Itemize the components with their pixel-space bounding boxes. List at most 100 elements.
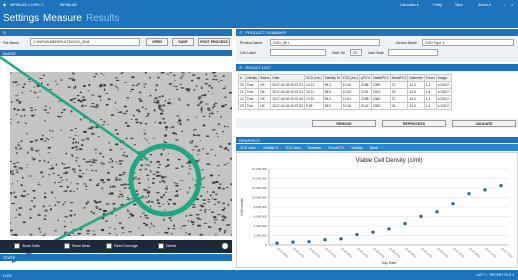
cell-mark: [146, 113, 150, 115]
cell-mark: [35, 150, 39, 152]
cell-mark: [138, 182, 141, 184]
table-cell: 10.51: [340, 95, 361, 103]
opt-field-coverage[interactable]: Field Coverage: [106, 243, 138, 249]
x-tick-label: 02-07 02:00: [452, 247, 466, 259]
column-header[interactable]: Image: [435, 74, 452, 82]
save-button[interactable]: SAVE: [172, 38, 194, 46]
cell-mark: [174, 183, 179, 185]
cell-mark: [10, 222, 11, 224]
cell-mark: [17, 144, 21, 146]
user-note-input[interactable]: [388, 49, 438, 56]
cell-mark: [180, 130, 184, 132]
table-row[interactable]: 20 True OK 2017-02-06 09:07:21 10.12 98.1 10.3…: [238, 81, 452, 89]
cell-mark: [143, 83, 148, 85]
minimize-icon[interactable]: –: [503, 2, 505, 7]
tab-tcd-lines[interactable]: TCD Lines: [285, 146, 301, 150]
cell-mark: [83, 130, 87, 133]
remove-button[interactable]: REMOVE: [312, 120, 376, 127]
validate-button[interactable]: VALIDATE: [452, 120, 516, 127]
cell-mark: [223, 231, 226, 234]
calculator-menu[interactable]: Calculator ▾: [400, 3, 419, 7]
cell-mark: [148, 147, 152, 150]
column-header[interactable]: VCD (/mL): [304, 74, 324, 82]
cell-mark: [175, 133, 178, 135]
data-point: [467, 192, 471, 196]
cell-mark: [115, 161, 117, 163]
table-row[interactable]: 21 True OK 2017-02-06 09:07:31 10.21 98.0 10.5…: [238, 88, 452, 96]
nav-settings[interactable]: Settings: [3, 13, 39, 24]
post-process-button[interactable]: POST PROCESS: [198, 38, 230, 46]
admin-menu[interactable]: Admin ▾: [478, 3, 491, 7]
cell-mark: [61, 179, 64, 181]
column-header[interactable]: Diameter: [407, 74, 425, 82]
tab-vcd-lines[interactable]: VCD Lines: [240, 146, 256, 150]
column-header[interactable]: Focus: [423, 74, 437, 82]
cell-mark: [168, 98, 171, 100]
cell-mark: [178, 119, 182, 122]
cell-mark: [116, 108, 118, 110]
reprocess-button[interactable]: REPROCESS: [382, 120, 446, 127]
table-cell: 23: [238, 102, 246, 110]
column-header[interactable]: TCD (/mL): [340, 74, 361, 82]
cell-mark: [141, 106, 144, 109]
open-button[interactable]: OPEN: [146, 38, 168, 46]
column-header[interactable]: Viability %: [322, 74, 342, 82]
cell-mark: [76, 95, 80, 97]
data-point: [355, 232, 359, 237]
cell-mark: [192, 129, 195, 132]
cell-mark: [162, 203, 164, 205]
file-name-input[interactable]: C:\INFINILAB\RESULTS\CHO_28.tif: [30, 38, 140, 46]
microscopy-image[interactable]: [10, 72, 232, 236]
cell-mark: [29, 233, 33, 236]
cell-mark: [167, 227, 171, 230]
cell-label-input[interactable]: [270, 49, 326, 56]
column-header[interactable]: Validity: [244, 74, 260, 82]
cell-mark: [186, 162, 190, 164]
product-name-input[interactable]: CHO_28 1: [270, 39, 380, 46]
tab-viability[interactable]: Viability: [351, 146, 362, 150]
column-header[interactable]: μPCV: [359, 74, 372, 82]
tab-viability-pct[interactable]: Viability %: [263, 146, 278, 150]
help-menu[interactable]: ? Help: [432, 3, 442, 7]
cell-mark: [222, 202, 226, 205]
cell-mark: [105, 203, 110, 205]
tab-focus-pcv[interactable]: FocusPCV: [328, 146, 344, 150]
cell-mark: [65, 171, 68, 174]
column-header[interactable]: ViablePCV: [370, 74, 391, 82]
cell-mark: [109, 157, 112, 160]
cell-mark: [37, 184, 41, 186]
cell-mark: [229, 107, 232, 110]
cell-mark: [39, 231, 42, 233]
data-point: [339, 237, 343, 241]
cell-mark: [89, 179, 92, 181]
view-menu[interactable]: View: [455, 3, 463, 7]
column-header[interactable]: DeadPCV: [389, 74, 409, 82]
cell-mark: [43, 109, 48, 111]
close-icon[interactable]: ×: [511, 2, 513, 7]
cell-mark: [123, 113, 127, 115]
opt-debris[interactable]: Debris: [158, 243, 176, 249]
cell-mark: [32, 205, 37, 208]
column-header[interactable]: Status: [258, 74, 272, 82]
y-tick-label: 0: [265, 243, 267, 247]
cell-mark: [217, 186, 221, 189]
table-row[interactable]: 23 True OK 2017-02-06 09:07:52 9.96 98.0 10.16…: [238, 102, 452, 110]
opt-show-dead[interactable]: Show Dead: [64, 243, 90, 249]
nav-measure[interactable]: Measure: [43, 13, 82, 24]
table-row[interactable]: 22 True OK 2017-02-06 09:07:42 10.31 98.2 10.5…: [238, 95, 452, 103]
zoom-reset-icon[interactable]: [222, 243, 228, 249]
date-tol-input[interactable]: 20: [350, 49, 362, 56]
opt-show-cells[interactable]: Show Cells: [14, 243, 40, 249]
tab-diameter[interactable]: Diameter: [308, 146, 321, 150]
nav-results[interactable]: Results: [86, 13, 119, 24]
cell-mark: [75, 157, 79, 159]
tab-blood[interactable]: Blood: [370, 146, 378, 150]
device-name-input[interactable]: CHO Type 1: [422, 39, 514, 46]
column-header[interactable]: #: [238, 74, 246, 82]
column-header[interactable]: Date: [270, 74, 306, 82]
cell-mark: [216, 214, 221, 216]
cell-mark: [97, 182, 100, 185]
cell-mark: [18, 83, 20, 86]
cell-mark: [13, 165, 17, 168]
cell-mark: [197, 224, 202, 227]
